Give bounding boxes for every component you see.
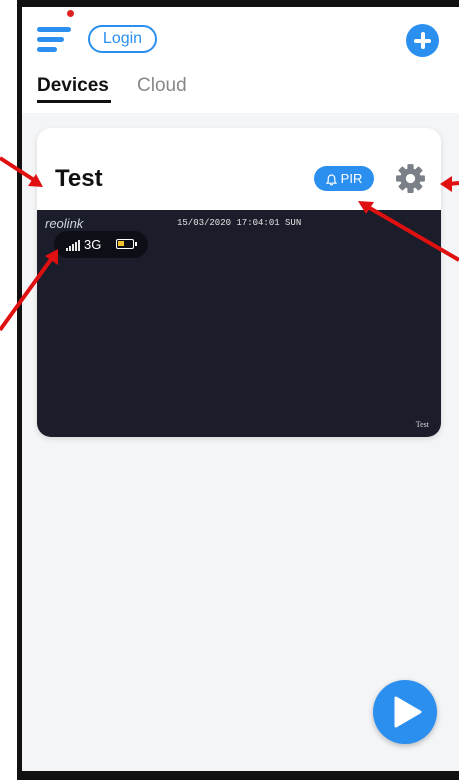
login-button[interactable]: Login (88, 25, 157, 53)
device-card[interactable]: Test PIR reolink 15/03/2020 17:04:01 SUN… (37, 128, 441, 437)
pir-mode-badge[interactable]: PIR (314, 166, 374, 191)
play-icon (394, 696, 422, 728)
preview-timestamp: 15/03/2020 17:04:01 SUN (177, 218, 302, 228)
device-frame-top (17, 0, 459, 7)
top-bar: Login Devices Cloud (22, 7, 459, 113)
preview-camera-label: Test (415, 420, 429, 429)
active-tab-indicator (37, 100, 111, 103)
device-name: Test (55, 165, 103, 192)
brand-watermark: reolink (45, 216, 84, 231)
tab-cloud[interactable]: Cloud (137, 75, 187, 97)
camera-preview[interactable]: reolink 15/03/2020 17:04:01 SUN 3G Test (37, 210, 441, 437)
pir-label: PIR (340, 171, 363, 186)
network-type-label: 3G (84, 237, 102, 252)
notification-dot (67, 10, 74, 17)
add-device-button[interactable] (406, 24, 439, 57)
battery-icon (116, 239, 137, 249)
bell-icon (325, 173, 337, 186)
connection-status-pill: 3G (54, 231, 148, 258)
device-frame-bottom (17, 771, 459, 780)
signal-strength-icon (66, 239, 80, 251)
tab-devices[interactable]: Devices (37, 75, 109, 97)
menu-icon[interactable] (37, 25, 71, 53)
app-screen: Login Devices Cloud Test PIR reolink 15/… (22, 7, 459, 771)
gear-icon[interactable] (394, 162, 427, 195)
device-frame-left (0, 0, 22, 780)
play-button[interactable] (373, 680, 437, 744)
